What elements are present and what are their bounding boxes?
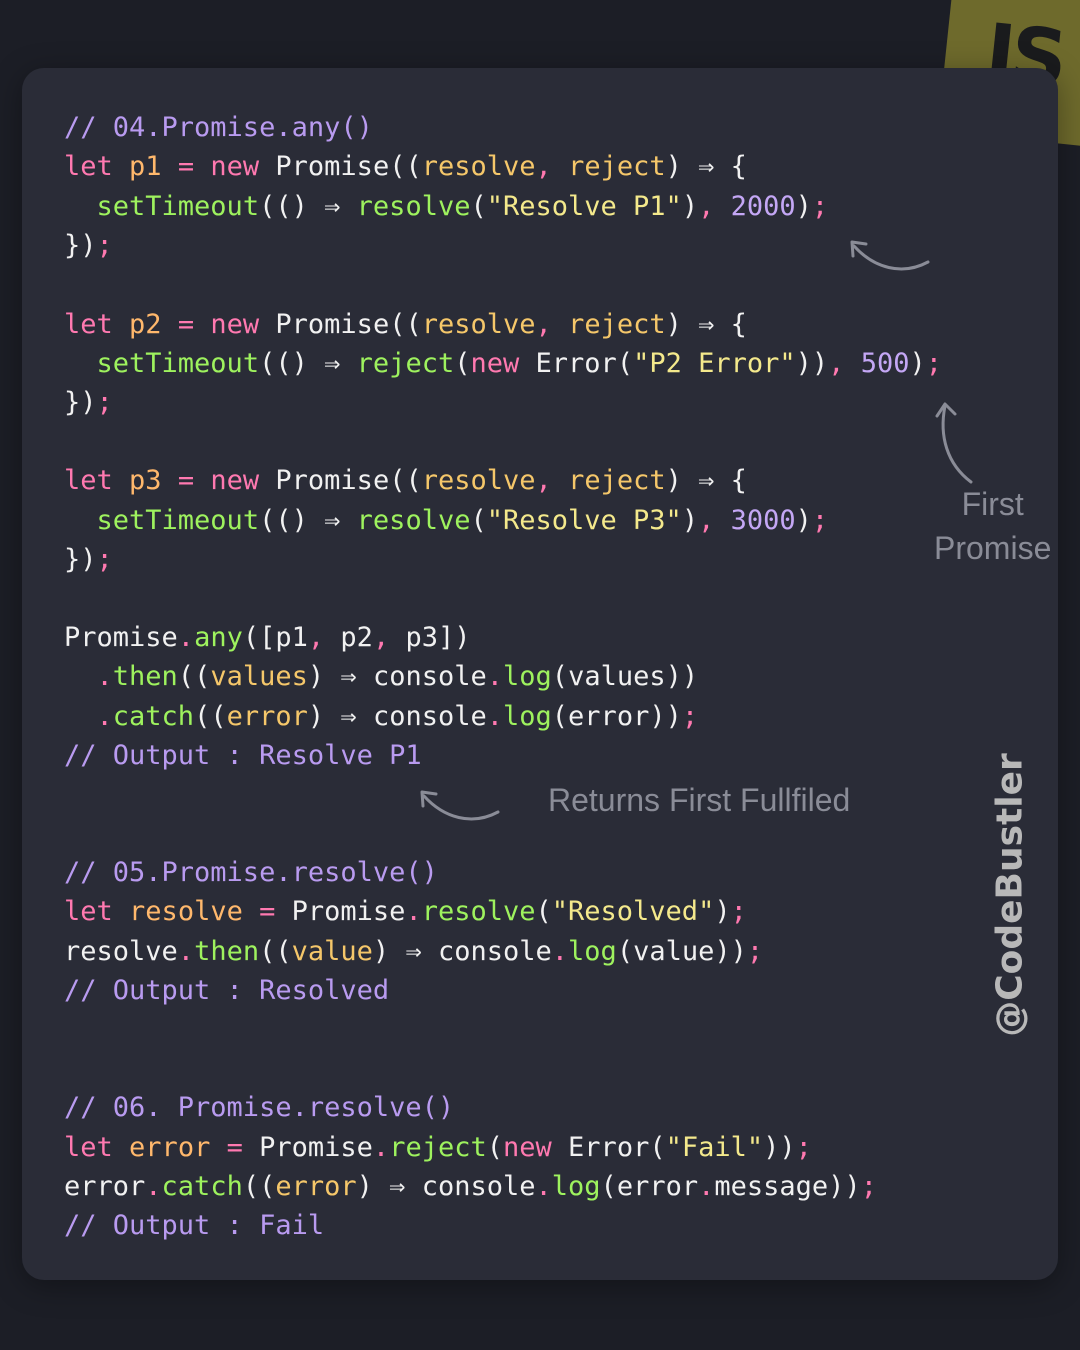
code-line: // Output : Fail bbox=[64, 1210, 325, 1241]
code-line: // 06. Promise.resolve() bbox=[64, 1092, 455, 1123]
code-line: // Output : Resolve P1 bbox=[64, 740, 422, 771]
code-line: setTimeout(() ⇒ resolve("Resolve P1"), 2… bbox=[96, 191, 829, 222]
code-line: let p2 = new Promise((resolve, reject) ⇒… bbox=[64, 309, 747, 340]
annotation-returns-first: Returns First Fullfiled bbox=[548, 782, 851, 818]
code-line: .then((values) ⇒ console.log(values)) bbox=[96, 661, 699, 692]
code-line: resolve.then((value) ⇒ console.log(value… bbox=[64, 936, 764, 967]
code-line: setTimeout(() ⇒ reject(new Error("P2 Err… bbox=[96, 348, 943, 379]
code-line: let p1 = new Promise((resolve, reject) ⇒… bbox=[64, 151, 747, 182]
code-line: let resolve = Promise.resolve("Resolved"… bbox=[64, 896, 747, 927]
code-line: let error = Promise.reject(new Error("Fa… bbox=[64, 1132, 812, 1163]
code-line: }); bbox=[64, 387, 113, 418]
arrow-icon bbox=[420, 790, 500, 821]
code-line: error.catch((error) ⇒ console.log(error.… bbox=[64, 1171, 877, 1202]
code-line: }); bbox=[64, 544, 113, 575]
arrow-icon bbox=[850, 240, 930, 271]
code-line: setTimeout(() ⇒ resolve("Resolve P3"), 3… bbox=[96, 505, 829, 536]
code-line: // 04.Promise.any() bbox=[64, 112, 373, 143]
author-handle: @CodeBustler bbox=[989, 753, 1031, 1037]
code-line: // Output : Resolved bbox=[64, 975, 390, 1006]
code-line: }); bbox=[64, 230, 113, 261]
code-line: .catch((error) ⇒ console.log(error)); bbox=[96, 701, 699, 732]
annotation-first-promise: First Promise bbox=[934, 486, 1052, 566]
code-line: Promise.any([p1, p2, p3]) bbox=[64, 622, 471, 653]
code-line: let p3 = new Promise((resolve, reject) ⇒… bbox=[64, 465, 747, 496]
code-line: // 05.Promise.resolve() bbox=[64, 857, 438, 888]
arrow-icon bbox=[935, 402, 973, 484]
